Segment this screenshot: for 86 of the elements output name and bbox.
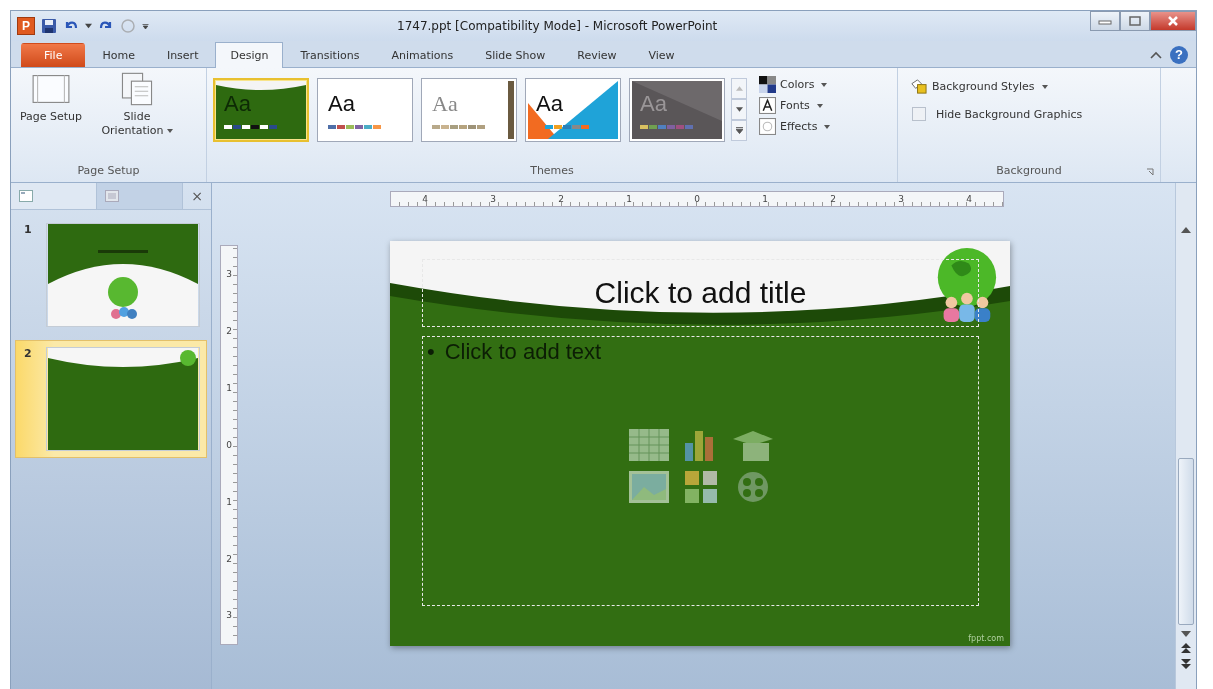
body-placeholder-text: Click to add text xyxy=(444,339,602,365)
slide-thumbnail[interactable] xyxy=(46,223,200,327)
ruler-number: 0 xyxy=(226,439,232,450)
ribbon-tab[interactable]: Design xyxy=(215,42,284,68)
color-squares-icon[interactable] xyxy=(759,76,776,93)
group-label: Themes xyxy=(529,164,575,179)
title-placeholder[interactable]: Click to add title xyxy=(422,259,979,327)
close-pane-button[interactable]: × xyxy=(183,183,211,209)
ribbon-tab[interactable]: Review xyxy=(562,43,632,67)
scroll-down-icon[interactable] xyxy=(735,107,743,112)
scroll-down-icon[interactable] xyxy=(1181,631,1191,637)
theme-option-button[interactable]: Fonts xyxy=(759,97,831,114)
slide-icon[interactable] xyxy=(19,190,33,202)
more-icon[interactable] xyxy=(735,127,743,134)
theme-option-button[interactable]: Colors xyxy=(759,76,831,93)
scrollbar-thumb[interactable] xyxy=(1178,458,1194,625)
ruler-number: 3 xyxy=(490,194,496,204)
caret-icon[interactable] xyxy=(816,103,823,108)
theme-option-button[interactable]: Effects xyxy=(759,118,831,135)
customize-toolbar-icon[interactable] xyxy=(142,23,149,29)
page-setup-button[interactable]: Page Setup xyxy=(17,72,85,164)
slide-thumbnail[interactable] xyxy=(46,347,200,451)
ruler-number: 1 xyxy=(626,194,632,204)
ruler-number: 2 xyxy=(830,194,836,204)
gallery-more-button[interactable] xyxy=(731,120,747,141)
ruler-number: 2 xyxy=(558,194,564,204)
image-icon[interactable] xyxy=(628,471,669,503)
ruler-number: 1 xyxy=(762,194,768,204)
save-icon[interactable] xyxy=(41,18,57,34)
caret-icon[interactable] xyxy=(824,124,831,129)
minimize-button[interactable] xyxy=(1090,11,1120,31)
ruler-number: 1 xyxy=(226,496,232,507)
letter-a-icon[interactable] xyxy=(759,97,776,114)
next-slide-icon[interactable] xyxy=(1181,659,1191,669)
gallery-down-button[interactable] xyxy=(731,99,747,120)
hide-background-graphics-checkbox[interactable]: Hide Background Graphics xyxy=(910,107,1148,121)
help-button[interactable]: ? xyxy=(1170,46,1188,64)
ruler-number: 3 xyxy=(898,194,904,204)
slide-thumbnail-row[interactable]: 1 xyxy=(15,216,207,334)
collapse-ribbon-icon[interactable] xyxy=(1150,51,1162,59)
app-icon[interactable]: P xyxy=(17,17,35,35)
ruler-number: 0 xyxy=(694,194,700,204)
slide-number: 2 xyxy=(24,347,33,362)
vertical-scrollbar[interactable] xyxy=(1175,183,1196,689)
ruler-number: 3 xyxy=(226,269,232,280)
ruler-number: 2 xyxy=(226,326,232,337)
slide-number: 1 xyxy=(24,223,33,238)
dialog-launcher-icon[interactable] xyxy=(1146,168,1154,176)
caret-icon[interactable] xyxy=(1042,84,1049,89)
slide-footer: fppt.com xyxy=(968,634,1004,643)
window-title: 1747.ppt [Compatibility Mode] - Microsoft PowerPoint xyxy=(397,19,719,33)
slide-orientation-button[interactable]: Slide Orientation xyxy=(91,72,183,164)
previous-slide-icon[interactable] xyxy=(1181,643,1191,653)
page-icon[interactable] xyxy=(32,72,70,106)
background-styles-button[interactable]: Background Styles xyxy=(910,78,1148,95)
close-button[interactable] xyxy=(1150,11,1196,31)
ribbon-tab[interactable]: Animations xyxy=(376,43,469,67)
checkbox[interactable] xyxy=(912,107,926,121)
ribbon-tab[interactable]: View xyxy=(633,43,690,67)
minimize-icon[interactable] xyxy=(1097,17,1113,25)
ruler-number: 2 xyxy=(226,553,232,564)
ruler-number: 3 xyxy=(226,610,232,621)
bullet: • xyxy=(427,339,435,365)
close-icon[interactable] xyxy=(1167,15,1179,27)
group-label: Background xyxy=(996,164,1062,177)
theme-thumbnail[interactable]: Aa xyxy=(421,78,517,142)
ruler-number: 1 xyxy=(226,383,232,394)
caret-icon[interactable] xyxy=(166,129,173,133)
restore-button[interactable] xyxy=(1120,11,1150,31)
theme-thumbnail[interactable]: Aa xyxy=(317,78,413,142)
scroll-up-icon[interactable] xyxy=(1181,227,1191,233)
ribbon-tab[interactable]: Slide Show xyxy=(470,43,561,67)
ribbon-tab[interactable]: Home xyxy=(87,43,150,67)
table-icon[interactable] xyxy=(628,429,669,461)
caret-icon[interactable] xyxy=(85,23,92,29)
group-label: Page Setup xyxy=(76,164,141,179)
caret-icon[interactable] xyxy=(821,82,828,87)
restore-icon[interactable] xyxy=(1129,16,1141,26)
ribbon-tab[interactable]: Insert xyxy=(151,43,214,67)
ruler-number: 4 xyxy=(966,194,972,204)
slide-thumbnail-row[interactable]: 2 xyxy=(15,340,207,458)
theme-thumbnail[interactable]: Aa xyxy=(525,78,621,142)
ribbon-tab[interactable]: Transitions xyxy=(285,43,375,67)
paint-bucket-icon[interactable] xyxy=(910,78,927,95)
ruler-number: 4 xyxy=(422,194,428,204)
slides-tab[interactable] xyxy=(11,183,97,209)
